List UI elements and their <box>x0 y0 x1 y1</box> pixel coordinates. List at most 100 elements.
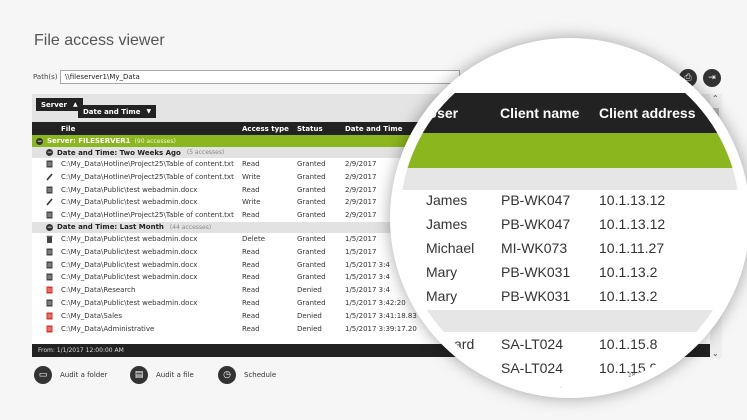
zoom-row: Mary PB-WK031 10.1.13.2 <box>400 286 740 310</box>
cell-file: C:\My_Data\Research <box>61 286 136 295</box>
cell-status: Granted <box>297 185 326 194</box>
zoom-cell-client-address: 10.1.13.2 <box>599 264 658 280</box>
cell-date: 2/9/2017 <box>345 160 377 168</box>
cell-access-type: Write <box>242 198 261 207</box>
red-document-icon <box>46 286 53 294</box>
zoom-cell-client-address: 10.1.11.27 <box>599 240 665 256</box>
collapse-icon[interactable]: − <box>46 223 53 231</box>
zoom-cell-client-name: SA-LT024 <box>501 336 563 352</box>
group-chip-server-label: Server <box>41 100 68 109</box>
cell-access-type: Read <box>242 211 260 220</box>
audit-file-button[interactable]: ▤ Audit a file <box>130 366 194 384</box>
document-icon <box>46 273 53 281</box>
cell-file: C:\My_Data\Hotline\Project25\Table of co… <box>61 160 234 168</box>
cell-file: C:\My_Data\Public\test webadmin.docx <box>61 273 198 282</box>
column-file[interactable]: File <box>61 125 75 133</box>
cell-file: C:\My_Data\Public\test webadmin.docx <box>61 198 198 207</box>
file-icon: ▤ <box>130 366 148 384</box>
cell-file: C:\My_Data\Hotline\Project25\Table of co… <box>61 172 234 181</box>
collapse-icon[interactable]: − <box>46 149 53 156</box>
folder-icon: ▭ <box>34 366 52 384</box>
cell-date: 1/5/2017 3:4 <box>345 273 390 282</box>
column-date[interactable]: Date and Time <box>345 125 402 133</box>
zoom-header: User Client name Client address <box>400 93 740 133</box>
red-document-icon <box>46 325 53 333</box>
cell-file: C:\My_Data\Public\test webadmin.docx <box>61 185 198 194</box>
magnified-grid: User Client name Client address 187 :00:… <box>400 48 740 398</box>
zoom-row: Michael MI-WK073 10.1.11.27 <box>400 238 740 262</box>
zoom-row: Richard SA-LT024 10.1.15.9 <box>400 358 740 382</box>
cell-access-type: Read <box>242 260 260 269</box>
sort-up-icon: ▲ <box>73 101 78 108</box>
cell-file: C:\My_Data\Public\test webadmin.docx <box>61 298 198 307</box>
column-status[interactable]: Status <box>297 125 323 133</box>
cell-access-type: Read <box>242 298 260 307</box>
cell-date: 1/5/2017 <box>345 247 377 256</box>
cell-status: Granted <box>297 247 326 256</box>
audit-folder-label: Audit a folder <box>60 371 108 379</box>
cell-file: C:\My_Data\Administrative <box>61 324 155 333</box>
cell-date: 1/5/2017 3:4 <box>345 286 390 295</box>
path-label: Path(s) <box>33 73 58 81</box>
cell-status: Granted <box>297 160 326 168</box>
server-group-count: (90 accesses) <box>134 137 176 145</box>
audit-file-label: Audit a file <box>156 371 194 379</box>
magnifier-lens: User Client name Client address 187 :00:… <box>390 38 747 398</box>
document-icon <box>46 160 53 168</box>
zoom-column-user: User <box>427 105 459 121</box>
collapse-icon[interactable]: − <box>36 137 43 145</box>
zoom-cell-client-address: 10.1.15.8 <box>599 336 658 352</box>
column-access-type[interactable]: Access type <box>242 125 289 133</box>
cell-status: Denied <box>297 324 322 333</box>
document-icon <box>46 211 53 219</box>
pencil-icon <box>46 198 53 206</box>
cell-file: C:\My_Data\Public\test webadmin.docx <box>61 260 198 269</box>
cell-status: Granted <box>297 198 326 207</box>
zoom-cell-user: James <box>426 192 468 208</box>
cell-date: 1/5/2017 3:42:20 <box>345 298 406 307</box>
server-group-label: Server: FILESERVER1 <box>47 137 131 145</box>
zoom-cell-user: James <box>426 216 468 232</box>
cell-access-type: Read <box>242 311 260 320</box>
red-document-icon <box>46 312 53 320</box>
zoom-cell-client-address: 10.1.13.12 <box>599 192 666 208</box>
cell-file: C:\My_Data\Public\test webadmin.docx <box>61 234 198 243</box>
schedule-label: Schedule <box>244 371 277 379</box>
zoom-cell-client-name: PB-WK031 <box>501 264 571 280</box>
zoom-cell-client-address: 10.1.15.9 <box>599 360 658 376</box>
clock-icon: ◷ <box>218 366 236 384</box>
document-icon <box>46 186 53 194</box>
zoom-cell-user: Mary <box>426 264 458 280</box>
cell-access-type: Read <box>242 160 260 168</box>
zoom-row: Richard SA-LT024 10.1.15.8 <box>400 334 740 358</box>
cell-date: 2/9/2017 <box>345 211 377 220</box>
zoom-row: Richard SA-LT024 10.1.15.8 <box>400 382 740 398</box>
zoom-cell-client-name: MI-WK073 <box>501 240 568 256</box>
group-chip-server[interactable]: Server ▲ <box>36 98 83 111</box>
zoom-cell-client-name: SA-LT024 <box>501 360 563 376</box>
document-icon <box>46 299 53 307</box>
trash-icon <box>46 235 53 243</box>
zoom-column-client-name: Client name <box>500 105 580 121</box>
date-group-label: Date and Time: Last Month <box>57 223 164 232</box>
group-chip-date-label: Date and Time <box>83 107 141 116</box>
zoom-cell-client-name: PB-WK047 <box>501 192 571 208</box>
group-chip-date[interactable]: Date and Time ▼ <box>78 105 157 118</box>
zoom-cell-client-name: PB-WK047 <box>501 216 571 232</box>
zoom-group-row <box>400 168 740 190</box>
audit-folder-button[interactable]: ▭ Audit a folder <box>34 366 107 384</box>
zoom-column-client-address: Client address <box>599 105 696 121</box>
zoom-cell-user: Richard <box>426 384 475 398</box>
zoom-cell-client-name: PB-WK031 <box>501 288 571 304</box>
date-group-count: (44 accesses) <box>169 223 212 231</box>
cell-status: Granted <box>297 260 326 269</box>
document-icon <box>46 261 53 269</box>
cell-file: C:\My_Data\Sales <box>61 311 122 320</box>
page-title: File access viewer <box>34 32 165 49</box>
zoom-cell-user: Richard <box>426 360 475 376</box>
zoom-cell-client-address: 10.1.13.2 <box>599 288 658 304</box>
schedule-button[interactable]: ◷ Schedule <box>218 366 276 384</box>
zoom-server-row <box>400 133 740 168</box>
cell-file: C:\My_Data\Hotline\Project25\Table of co… <box>61 211 234 220</box>
cell-date: 2/9/2017 <box>345 185 377 194</box>
